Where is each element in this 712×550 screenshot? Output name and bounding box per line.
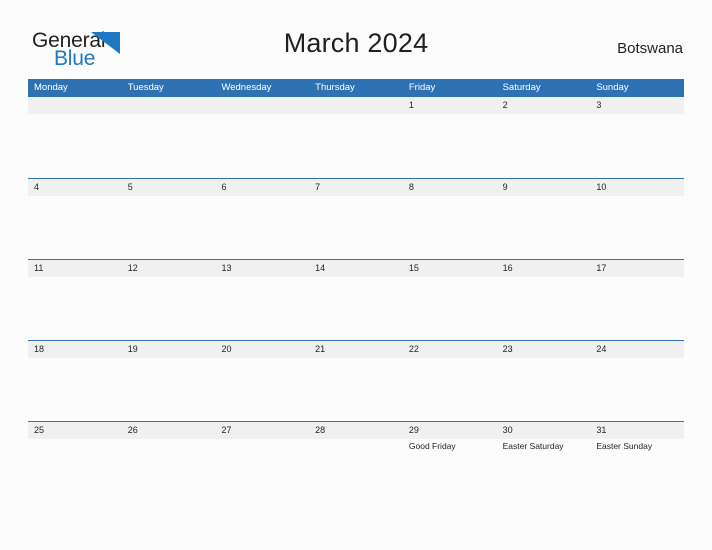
day-holiday-label: Easter Saturday [502, 441, 564, 451]
calendar-week-row: 25 26 27 28 29 Good Friday 30 Easter Saturday 31… [28, 421, 684, 502]
calendar-weeks: 1 2 3 4 5 6 7 8 9 10 11 12 13 14 15 16 17 18 19 20 21 22 23 24 2… [28, 97, 684, 502]
day-number: 22 [408, 344, 419, 354]
day-number: 13 [221, 263, 232, 273]
country-label: Botswana [617, 40, 683, 57]
day-number: 5 [127, 182, 133, 192]
calendar-day-cell[interactable]: 10 [590, 179, 684, 259]
weekday-header-sunday: Sunday [596, 82, 629, 93]
calendar-day-cell[interactable]: 2 [497, 97, 591, 178]
day-number: 14 [315, 263, 326, 273]
calendar-day-cell[interactable]: 19 [122, 341, 216, 421]
day-number: 1 [408, 100, 414, 110]
day-number: 15 [408, 263, 419, 273]
day-number: 7 [315, 182, 321, 192]
calendar-day-cell[interactable]: 17 [590, 260, 684, 340]
calendar-day-cell[interactable]: 6 [215, 179, 309, 259]
calendar-week-row: 4 5 6 7 8 9 10 [28, 178, 684, 259]
day-number: 17 [596, 263, 607, 273]
day-number: 27 [221, 425, 232, 435]
day-number: 19 [127, 344, 138, 354]
calendar-day-cell[interactable]: 3 [590, 97, 684, 178]
day-number: 23 [502, 344, 513, 354]
day-holiday-label: Easter Sunday [596, 441, 653, 451]
weekday-header-thursday: Thursday [315, 82, 355, 93]
calendar-day-cell[interactable]: 21 [309, 341, 403, 421]
day-number: 20 [221, 344, 232, 354]
week-cells: 11 12 13 14 15 16 17 [28, 260, 684, 340]
calendar-day-cell[interactable]: 24 [590, 341, 684, 421]
calendar-day-cell-empty [28, 97, 122, 178]
calendar-day-cell[interactable]: 22 [403, 341, 497, 421]
day-number: 18 [34, 344, 45, 354]
calendar-day-cell[interactable]: 14 [309, 260, 403, 340]
calendar-day-cell[interactable]: 27 [215, 422, 309, 502]
page-header: General Blue March 2024 Botswana [0, 0, 712, 78]
calendar-day-cell[interactable]: 29 Good Friday [403, 422, 497, 502]
day-number: 9 [502, 182, 508, 192]
week-cells: 4 5 6 7 8 9 10 [28, 179, 684, 259]
day-number: 26 [127, 425, 138, 435]
week-cells: 1 2 3 [28, 97, 684, 178]
calendar-day-cell-empty [215, 97, 309, 178]
day-number: 21 [315, 344, 326, 354]
day-number: 3 [596, 100, 602, 110]
day-number: 11 [34, 263, 44, 273]
calendar-day-cell[interactable]: 25 [28, 422, 122, 502]
calendar-day-cell[interactable]: 5 [122, 179, 216, 259]
calendar-day-cell[interactable]: 31 Easter Sunday [590, 422, 684, 502]
weekday-header-wednesday: Wednesday [221, 82, 272, 93]
day-number: 6 [221, 182, 227, 192]
day-number: 4 [34, 182, 40, 192]
day-number: 24 [596, 344, 607, 354]
calendar-day-cell[interactable]: 1 [403, 97, 497, 178]
calendar-day-cell[interactable]: 8 [403, 179, 497, 259]
calendar-day-cell[interactable]: 20 [215, 341, 309, 421]
calendar-week-row: 18 19 20 21 22 23 24 [28, 340, 684, 421]
calendar-day-cell[interactable]: 13 [215, 260, 309, 340]
calendar-week-row: 11 12 13 14 15 16 17 [28, 259, 684, 340]
day-number: 16 [502, 263, 513, 273]
week-cells: 25 26 27 28 29 Good Friday 30 Easter Saturday 31… [28, 422, 684, 502]
calendar-day-cell[interactable]: 26 [122, 422, 216, 502]
calendar-day-cell[interactable]: 7 [309, 179, 403, 259]
calendar-day-cell-empty [122, 97, 216, 178]
calendar-day-cell[interactable]: 15 [403, 260, 497, 340]
calendar-week-row: 1 2 3 [28, 97, 684, 178]
page-title: March 2024 [283, 28, 429, 58]
day-number: 25 [34, 425, 45, 435]
calendar-grid: Monday Tuesday Wednesday Thursday Friday Satu… [28, 79, 684, 502]
calendar-day-cell[interactable]: 28 [309, 422, 403, 502]
day-number: 30 [502, 425, 513, 435]
calendar-day-cell[interactable]: 12 [122, 260, 216, 340]
calendar-day-cell[interactable]: 30 Easter Saturday [497, 422, 591, 502]
day-holiday-label: Good Friday [408, 441, 456, 451]
day-number: 28 [315, 425, 326, 435]
day-number: 8 [408, 182, 414, 192]
calendar-day-cell[interactable]: 16 [497, 260, 591, 340]
weekday-header-monday: Monday [34, 82, 68, 93]
day-number: 12 [127, 263, 138, 273]
day-number: 29 [408, 425, 419, 435]
day-number: 10 [596, 182, 607, 192]
weekday-header-saturday: Saturday [502, 82, 541, 93]
weekday-header-friday: Friday [408, 82, 436, 93]
calendar-day-cell[interactable]: 9 [497, 179, 591, 259]
day-number: 2 [502, 100, 508, 110]
weekday-header-tuesday: Tuesday [127, 82, 164, 93]
calendar-day-cell-empty [309, 97, 403, 178]
calendar-day-cell[interactable]: 23 [497, 341, 591, 421]
calendar-day-cell[interactable]: 18 [28, 341, 122, 421]
weekday-header-row: Monday Tuesday Wednesday Thursday Friday Satu… [28, 79, 684, 97]
calendar-day-cell[interactable]: 11 [28, 260, 122, 340]
day-number: 31 [596, 425, 607, 435]
week-cells: 18 19 20 21 22 23 24 [28, 341, 684, 421]
calendar-day-cell[interactable]: 4 [28, 179, 122, 259]
calendar-page: General Blue March 2024 Botswana Monday T… [0, 0, 712, 550]
